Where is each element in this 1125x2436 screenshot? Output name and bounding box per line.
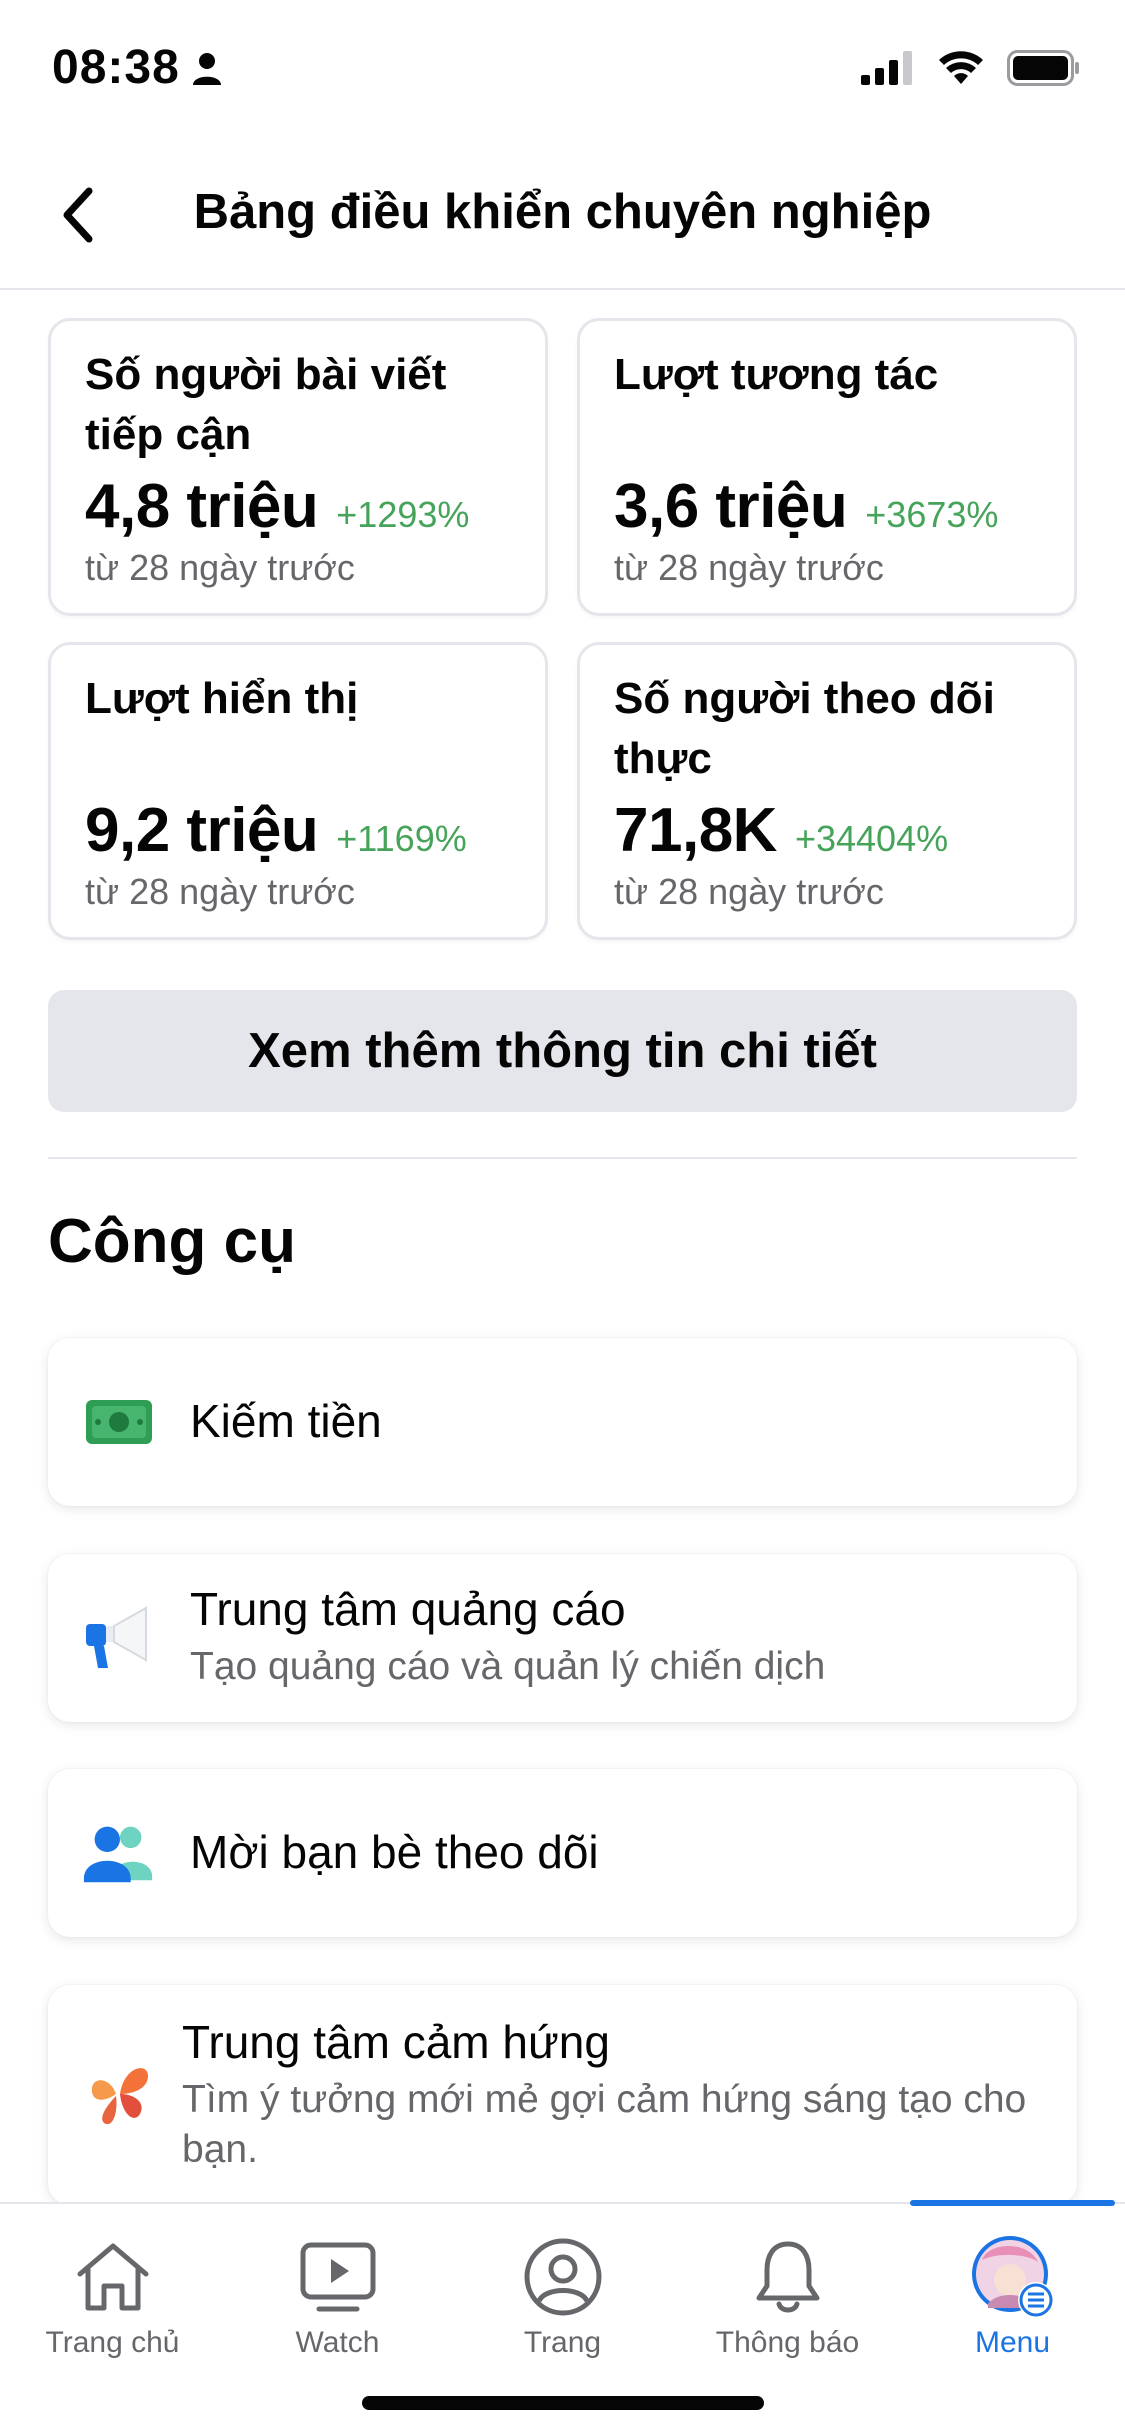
status-time: 08:38 [52,41,180,94]
stat-note: từ 28 ngày trước [85,547,355,588]
nav-item-page[interactable]: Trang [450,2204,675,2404]
tool-ads-center[interactable]: Trung tâm quảng cáo Tạo quảng cáo và quả… [48,1554,1077,1722]
wifi-icon [937,50,985,91]
stat-value: 9,2 triệu [85,796,319,865]
signal-icon [861,51,915,90]
watch-icon [293,2232,383,2322]
stat-note: từ 28 ngày trước [85,871,355,912]
tool-subtitle: Tạo quảng cáo và quản lý chiến dịch [190,1645,826,1688]
butterfly-icon [80,2055,158,2133]
home-icon [68,2232,158,2322]
stat-card-reach[interactable]: Số người bài viết tiếp cận 4,8 triệu +12… [48,318,548,616]
nav-label: Thông báo [715,2326,860,2359]
see-more-insights-button[interactable]: Xem thêm thông tin chi tiết [48,990,1077,1112]
page-title: Bảng điều khiển chuyên nghiệp [193,185,932,239]
money-icon [80,1383,158,1461]
stat-note: từ 28 ngày trước [614,871,884,912]
tools-section-title: Công cụ [48,1207,296,1276]
bell-icon [743,2232,833,2322]
status-bar: 08:38 [0,0,1125,140]
header: Bảng điều khiển chuyên nghiệp [0,140,1125,290]
nav-label: Menu [974,2326,1051,2359]
nav-item-notifications[interactable]: Thông báo [675,2204,900,2404]
tool-title: Mời bạn bè theo dõi [190,1826,599,1878]
stat-change: +1293% [336,494,470,535]
stat-card-engagement[interactable]: Lượt tương tác 3,6 triệu +3673% từ 28 ng… [577,318,1077,616]
stat-title: Lượt hiển thị [85,674,359,723]
nav-label: Trang [523,2326,602,2359]
stat-value: 3,6 triệu [614,472,848,541]
profile-icon [518,2232,608,2322]
tool-invite-friends[interactable]: Mời bạn bè theo dõi [48,1769,1077,1937]
battery-icon [1007,50,1081,91]
person-icon [192,52,222,91]
tool-title: Trung tâm quảng cáo [190,1583,626,1635]
stat-title: Lượt tương tác [614,350,939,399]
tool-subtitle: Tìm ý tưởng mới mẻ gợi cảm hứng sáng tạo… [182,2078,1027,2171]
stat-card-followers[interactable]: Số người theo dõi thực 71,8K +34404% từ … [577,642,1077,940]
stat-change: +1169% [336,818,467,859]
stat-value: 4,8 triệu [85,472,319,541]
tool-title: Kiếm tiền [190,1395,382,1447]
stat-change: +34404% [794,818,949,859]
avatar-menu-icon [968,2232,1058,2322]
megaphone-icon [80,1599,158,1677]
nav-item-watch[interactable]: Watch [225,2204,450,2404]
home-indicator [362,2396,764,2410]
stat-note: từ 28 ngày trước [614,547,884,588]
nav-label: Watch [295,2326,380,2359]
nav-label: Trang chủ [45,2326,180,2359]
divider [48,1157,1077,1159]
tool-monetization[interactable]: Kiếm tiền [48,1338,1077,1506]
tool-inspiration-hub[interactable]: Trung tâm cảm hứng Tìm ý tưởng mới mẻ gợ… [48,1985,1077,2205]
status-indicators [861,50,1081,91]
tool-title: Trung tâm cảm hứng [182,2016,610,2068]
stat-card-impressions[interactable]: Lượt hiển thị 9,2 triệu +1169% từ 28 ngà… [48,642,548,940]
stat-change: +3673% [865,494,999,535]
invite-friends-icon [80,1814,158,1892]
stat-value: 71,8K [614,796,777,865]
stat-title: Số người theo dõi thực [614,674,995,783]
nav-item-home[interactable]: Trang chủ [0,2204,225,2404]
stat-title: Số người bài viết tiếp cận [85,350,447,459]
screen: 08:38 Bảng điều khiển chuyên nghiệp Số n… [0,0,1125,2436]
nav-item-menu[interactable]: Menu [900,2204,1125,2404]
